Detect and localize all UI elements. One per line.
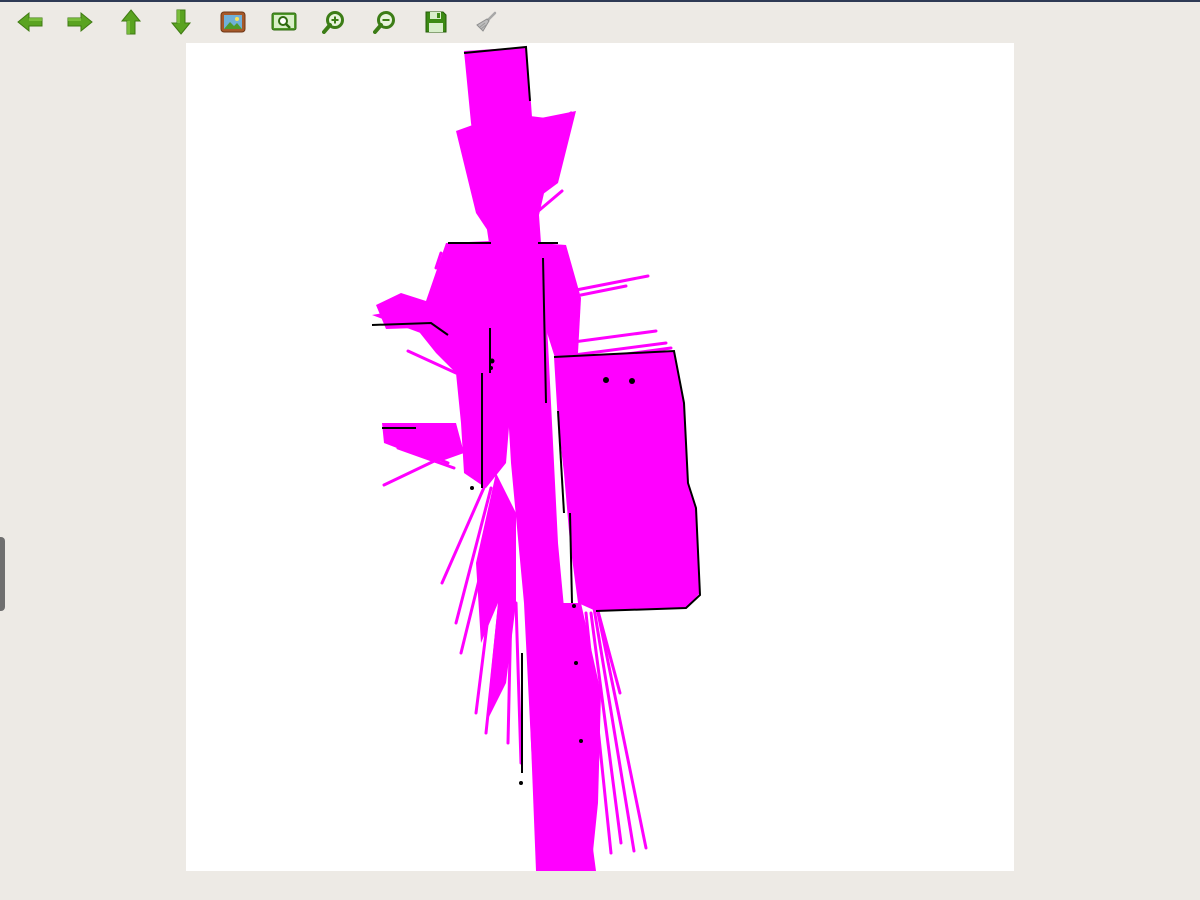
fit-view-button[interactable] xyxy=(217,6,249,38)
clear-button[interactable] xyxy=(470,6,502,38)
toolbar xyxy=(0,2,1200,42)
zoom-in-button[interactable] xyxy=(318,6,350,38)
zoom-in-icon xyxy=(322,10,346,34)
zoom-region-icon xyxy=(271,11,297,33)
map-viewer-window xyxy=(0,0,1200,900)
zoom-out-icon xyxy=(373,10,397,34)
side-panel-handle[interactable] xyxy=(0,537,5,611)
arrow-left-icon xyxy=(16,10,44,34)
zoom-region-button[interactable] xyxy=(268,6,300,38)
map-canvas[interactable] xyxy=(186,43,1014,871)
forward-button[interactable] xyxy=(64,6,96,38)
arrow-up-icon xyxy=(119,8,143,36)
up-button[interactable] xyxy=(115,6,147,38)
broom-icon xyxy=(474,10,498,34)
down-button[interactable] xyxy=(165,6,197,38)
arrow-right-icon xyxy=(66,10,94,34)
arrow-down-icon xyxy=(169,8,193,36)
picture-icon xyxy=(220,11,246,33)
zoom-out-button[interactable] xyxy=(369,6,401,38)
back-button[interactable] xyxy=(14,6,46,38)
save-button[interactable] xyxy=(420,6,452,38)
floppy-disk-icon xyxy=(424,10,448,34)
occupancy-map xyxy=(371,45,702,871)
